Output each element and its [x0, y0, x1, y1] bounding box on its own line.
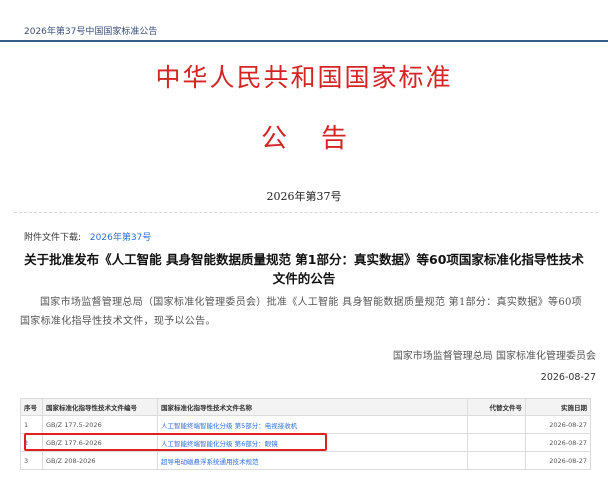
table-row: 3 GB/Z 208-2026 超导电动磁悬浮系统通用技术规范 2026-08-… [20, 451, 591, 470]
table-row: 1 GB/Z 177.5-2026 人工智能终端智能化分级 第5部分：电视接收机… [20, 415, 591, 434]
notice-signer: 国家市场监督管理总局 国家标准化管理委员会 [392, 351, 596, 362]
table-header-row: 序号 国家标准化指导性技术文件编号 国家标准化指导性技术文件名称 代替文件号 实… [20, 398, 591, 416]
row-seq: 2 [20, 433, 43, 452]
row-replaced [467, 433, 526, 452]
row-seq: 1 [20, 415, 43, 434]
row-code: GB/Z 177.5-2026 [42, 415, 158, 434]
top-bar: 2026年第37号中国国家标准公告 [0, 0, 608, 42]
heading-char-2: 告 [321, 124, 348, 154]
row-impl-date: 2026-08-27 [525, 451, 591, 470]
row-replaced [467, 415, 526, 434]
header-impl-date: 实施日期 [525, 398, 591, 416]
table-row: 2 GB/Z 177.6-2026 人工智能终端智能化分级 第6部分：眼镜 20… [20, 433, 591, 452]
standards-table: 序号 国家标准化指导性技术文件编号 国家标准化指导性技术文件名称 代替文件号 实… [20, 398, 591, 470]
attachment-label: 附件文件下载: [24, 233, 82, 243]
breadcrumb: 2026年第37号中国国家标准公告 [24, 27, 158, 37]
header-seq: 序号 [20, 398, 43, 416]
attachment-download-link[interactable]: 2026年第37号 [90, 233, 151, 243]
bulletin-number: 2026年第37号 [266, 190, 342, 203]
header-code: 国家标准化指导性技术文件编号 [42, 398, 158, 416]
row-replaced [467, 451, 526, 470]
row-impl-date: 2026-08-27 [525, 415, 591, 434]
header-replaced: 代替文件号 [467, 398, 526, 416]
divider [14, 212, 598, 213]
notice-body: 国家市场监督管理总局（国家标准化管理委员会）批准《人工智能 具身智能数据质量规范… [20, 297, 582, 327]
heading-char-1: 公 [260, 124, 287, 154]
notice-date: 2026-08-27 [540, 372, 596, 383]
row-name-link[interactable]: 超导电动磁悬浮系统通用技术规范 [157, 451, 468, 470]
header-name: 国家标准化指导性技术文件名称 [157, 398, 468, 416]
notice-title: 关于批准发布《人工智能 具身智能数据质量规范 第1部分：真实数据》等60项国家标… [24, 252, 584, 286]
row-code: GB/Z 177.6-2026 [42, 433, 158, 452]
row-name-link[interactable]: 人工智能终端智能化分级 第6部分：眼镜 [157, 433, 468, 452]
attachment-row: 附件文件下载: 2026年第37号 [24, 230, 151, 243]
announcement-heading: 公告 [0, 118, 608, 155]
page-title: 中华人民共和国国家标准 [155, 63, 453, 92]
row-name-link[interactable]: 人工智能终端智能化分级 第5部分：电视接收机 [157, 415, 468, 434]
row-code: GB/Z 208-2026 [42, 451, 158, 470]
row-seq: 3 [20, 451, 43, 470]
row-impl-date: 2026-08-27 [525, 433, 591, 452]
